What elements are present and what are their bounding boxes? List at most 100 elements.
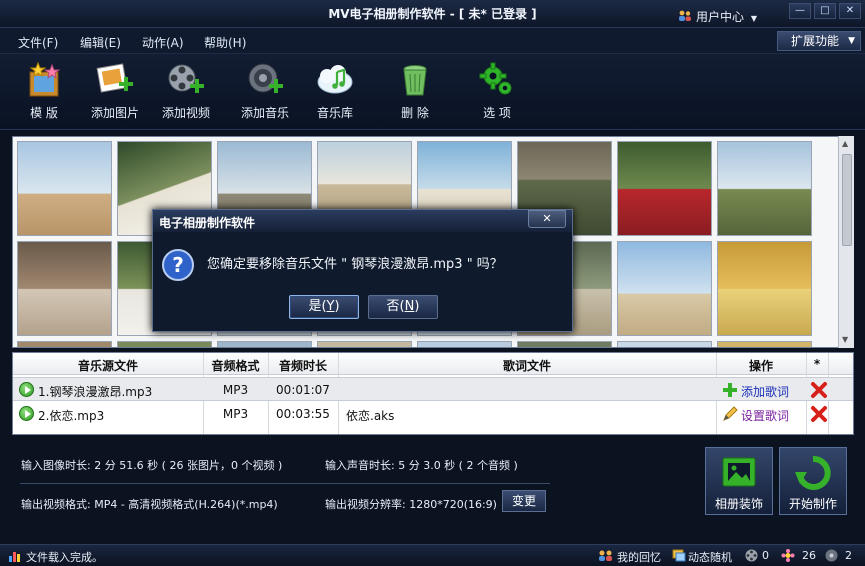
toolbar-label: 添加视频 [161,106,210,120]
photo-thumbnail[interactable] [617,241,712,336]
music-library-button[interactable]: 音乐库 [312,60,358,121]
audio-format: MP3 [222,383,249,397]
start-production-button[interactable]: 开始制作 [779,447,847,515]
yes-button[interactable]: 是(Y) [289,295,359,319]
col-source-file[interactable]: 音乐源文件 [13,357,203,374]
template-icon [29,61,61,97]
col-star[interactable]: * [806,357,828,371]
toolbar-label: 选 项 [483,106,511,120]
music-disc-icon [825,549,838,562]
memories-icon [599,550,612,561]
delete-x-icon[interactable] [810,381,828,399]
add-video-icon [168,64,204,93]
yes-label-end: ) [334,299,340,314]
toolbar-label: 模 版 [30,106,58,120]
image-duration-text: 输入图像时长: 2 分 51.6 秒 ( 26 张图片，0 个视频 ) [21,459,283,472]
menu-action[interactable]: 动作(A) [142,34,184,51]
no-hotkey: N [404,299,415,314]
photo-thumbnail[interactable] [117,341,212,347]
photo-thumbnail[interactable] [517,341,612,347]
audio-count: 2 [845,549,852,562]
project-info-panel: 输入图像时长: 2 分 51.6 秒 ( 26 张图片，0 个视频 ) 输入声音… [12,440,854,545]
user-center-menu[interactable]: 用户中心 ▼ [678,8,757,25]
album-decoration-button[interactable]: 相册装饰 [705,447,773,515]
gear-icon [479,62,512,95]
minimize-button[interactable]: — [789,3,811,19]
col-audio-format[interactable]: 音频格式 [203,357,268,374]
add-music-button[interactable]: 添加音乐 [238,60,292,121]
start-production-label: 开始制作 [788,497,837,511]
maximize-button[interactable]: □ [814,3,836,19]
add-video-button[interactable]: 添加视频 [159,60,213,121]
template-button[interactable]: 模 版 [18,60,70,121]
table-row[interactable]: 1.钢琴浪漫激昂.mp3 MP3 00:01:07 添加歌词 [13,377,853,401]
menu-edit[interactable]: 编辑(E) [80,34,121,51]
main-toolbar: 模 版 添加图片 添加视频 添加音乐 音乐库 删 除 选 项 [0,54,865,130]
source-file: 1.钢琴浪漫激昂.mp3 [38,385,153,399]
play-icon[interactable] [19,406,34,421]
delete-x-icon[interactable] [810,405,828,423]
music-table: 音乐源文件 音频格式 音频时长 歌词文件 操作 * 1.钢琴浪漫激昂.mp3 M… [12,352,854,435]
toolbar-label: 音乐库 [316,106,353,120]
add-picture-button[interactable]: 添加图片 [88,60,142,121]
photo-thumbnail[interactable] [717,141,812,236]
lyrics-file: 依恋.aks [346,409,395,423]
no-label: 否( [386,299,405,314]
scroll-up-icon[interactable]: ▲ [842,139,848,148]
change-button[interactable]: 变更 [502,490,546,512]
no-label-end: ) [414,299,420,314]
photo-thumbnail[interactable] [417,341,512,347]
divider [20,483,550,484]
photo-thumbnail[interactable] [317,341,412,347]
chevron-down-icon: ▼ [848,36,855,46]
col-audio-duration[interactable]: 音频时长 [268,357,338,374]
extensions-button[interactable]: 扩展功能 ▼ [777,31,861,51]
table-header: 音乐源文件 音频格式 音频时长 歌词文件 操作 * [13,353,853,375]
photo-count: 26 [802,549,816,562]
audio-duration-text: 输入声音时长: 5 分 3.0 秒 ( 2 个音频 ) [325,459,518,472]
menu-file[interactable]: 文件(F) [18,34,58,51]
svg-text:?: ? [172,253,184,277]
photo-thumbnail[interactable] [717,341,812,347]
title-bar: MV电子相册制作软件 - [ 未* 已登录 ] 用户中心 ▼ — □ ✕ [0,0,865,28]
photo-thumbnail[interactable] [717,241,812,336]
gallery-scrollbar[interactable]: ▲ ▼ [838,136,854,348]
table-row[interactable]: 2.依恋.mp3 MP3 00:03:55 依恋.aks 设置歌词 [13,402,853,426]
photo-thumbnail[interactable] [17,141,112,236]
confirm-dialog: 电子相册制作软件 ✕ ? 您确定要移除音乐文件 " 钢琴浪漫激昂.mp3 " 吗… [152,209,573,332]
scrollbar-thumb[interactable] [842,154,852,246]
dialog-message: 您确定要移除音乐文件 " 钢琴浪漫激昂.mp3 " 吗？ [207,257,503,272]
set-lyrics-link[interactable]: 设置歌词 [741,407,789,424]
audio-format: MP3 [222,407,249,421]
photo-thumbnail[interactable] [617,141,712,236]
toolbar-label: 添加音乐 [240,106,289,120]
photo-thumbnail[interactable] [217,341,312,347]
picture-frame-icon [722,457,756,487]
options-button[interactable]: 选 项 [474,60,520,121]
menu-help[interactable]: 帮助(H) [204,34,246,51]
refresh-arrow-icon [795,456,831,490]
audio-duration: 00:01:07 [276,383,330,397]
dynamic-random-link[interactable]: 动态随机 [688,549,732,565]
dialog-close-button[interactable]: ✕ [528,210,566,228]
col-operation[interactable]: 操作 [716,357,806,374]
no-button[interactable]: 否(N) [368,295,438,319]
album-decoration-label: 相册装饰 [714,497,763,511]
source-file: 2.依恋.mp3 [38,409,105,423]
photo-thumbnail[interactable] [17,241,112,336]
close-button[interactable]: ✕ [839,3,861,19]
dynamic-random-icon [672,549,686,562]
status-bar: 文件载入完成。 我的回忆 动态随机 0 26 2 [0,544,865,566]
trash-icon [403,65,427,96]
status-message: 文件载入完成。 [26,551,103,564]
col-lyrics-file[interactable]: 歌词文件 [338,357,716,374]
scroll-down-icon[interactable]: ▼ [842,335,848,344]
play-icon[interactable] [19,382,34,397]
user-center-label: 用户中心 [696,10,745,24]
question-icon: ? [162,249,194,281]
photo-thumbnail[interactable] [17,341,112,347]
add-lyrics-link[interactable]: 添加歌词 [741,383,789,400]
delete-button[interactable]: 删 除 [392,60,438,121]
my-memories-link[interactable]: 我的回忆 [617,549,661,565]
photo-thumbnail[interactable] [617,341,712,347]
